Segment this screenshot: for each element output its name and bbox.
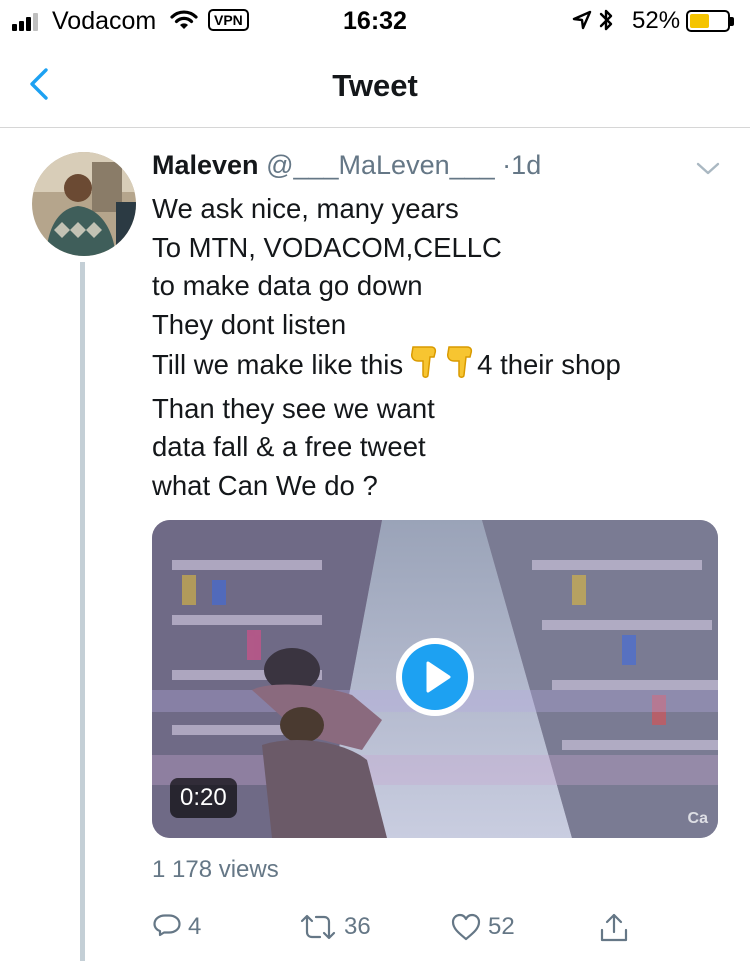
tweet-text-segment: 4 their shop [477,348,621,380]
chevron-down-icon [696,162,720,175]
more-options-button[interactable] [694,158,722,183]
retweet-button[interactable]: 36 [298,912,371,942]
tweet-text-line: Than they see we want [152,392,435,424]
retweet-count: 36 [344,913,371,940]
play-icon [426,661,451,693]
tweet-time[interactable]: 1d [511,150,541,180]
user-handle[interactable]: @___MaLeven___ [266,150,495,180]
status-bar: Vodacom VPN 16:32 52% [0,0,750,40]
like-button[interactable]: 52 [450,912,515,942]
video-player[interactable]: 0:20 Ca [152,520,718,838]
like-count: 52 [488,913,515,940]
tweet-text-line: data fall & a free tweet [152,431,426,463]
tweet-text-line: To MTN, VODACOM,CELLC [152,231,502,263]
tweet-text-line: They dont listen [152,309,347,341]
tweet-text-line: Till we make like this 4 their shop [152,345,722,390]
pointing-down-hand-emoji [445,345,475,390]
reply-icon [153,914,181,937]
view-count: 1 178 views [152,856,279,883]
share-icon [600,913,628,942]
display-name[interactable]: Maleven [152,150,259,180]
retweet-icon [300,914,336,940]
play-button[interactable] [396,638,474,716]
tweet-text-segment: Till we make like this [152,348,404,380]
reply-button[interactable]: 4 [152,912,201,942]
battery-percent: 52% [632,7,681,34]
reply-count: 4 [188,913,202,940]
video-duration: 0:20 [170,778,237,818]
avatar[interactable] [32,152,136,256]
tweet-text: We ask nice, many years To MTN, VODACOM,… [152,190,722,506]
tweet-text-line: We ask nice, many years [152,193,459,224]
tweet-text-line: to make data go down [152,270,423,302]
pointing-down-hand-emoji [409,345,439,390]
battery-icon [686,10,734,32]
tweet-actions: 4 36 52 [152,912,652,956]
location-icon [572,10,592,35]
separator-dot: · [502,150,512,180]
tweet-text-line: what Can We do ? [152,469,378,501]
share-button[interactable] [598,912,630,944]
tweet-header: Maleven @___MaLeven___ ·1d [152,150,541,181]
page-title: Tweet [332,68,418,103]
heart-icon [451,913,481,941]
video-watermark: Ca [687,810,708,827]
nav-bar: Tweet [0,40,750,128]
bluetooth-icon [598,8,614,37]
thread-line [80,262,85,961]
